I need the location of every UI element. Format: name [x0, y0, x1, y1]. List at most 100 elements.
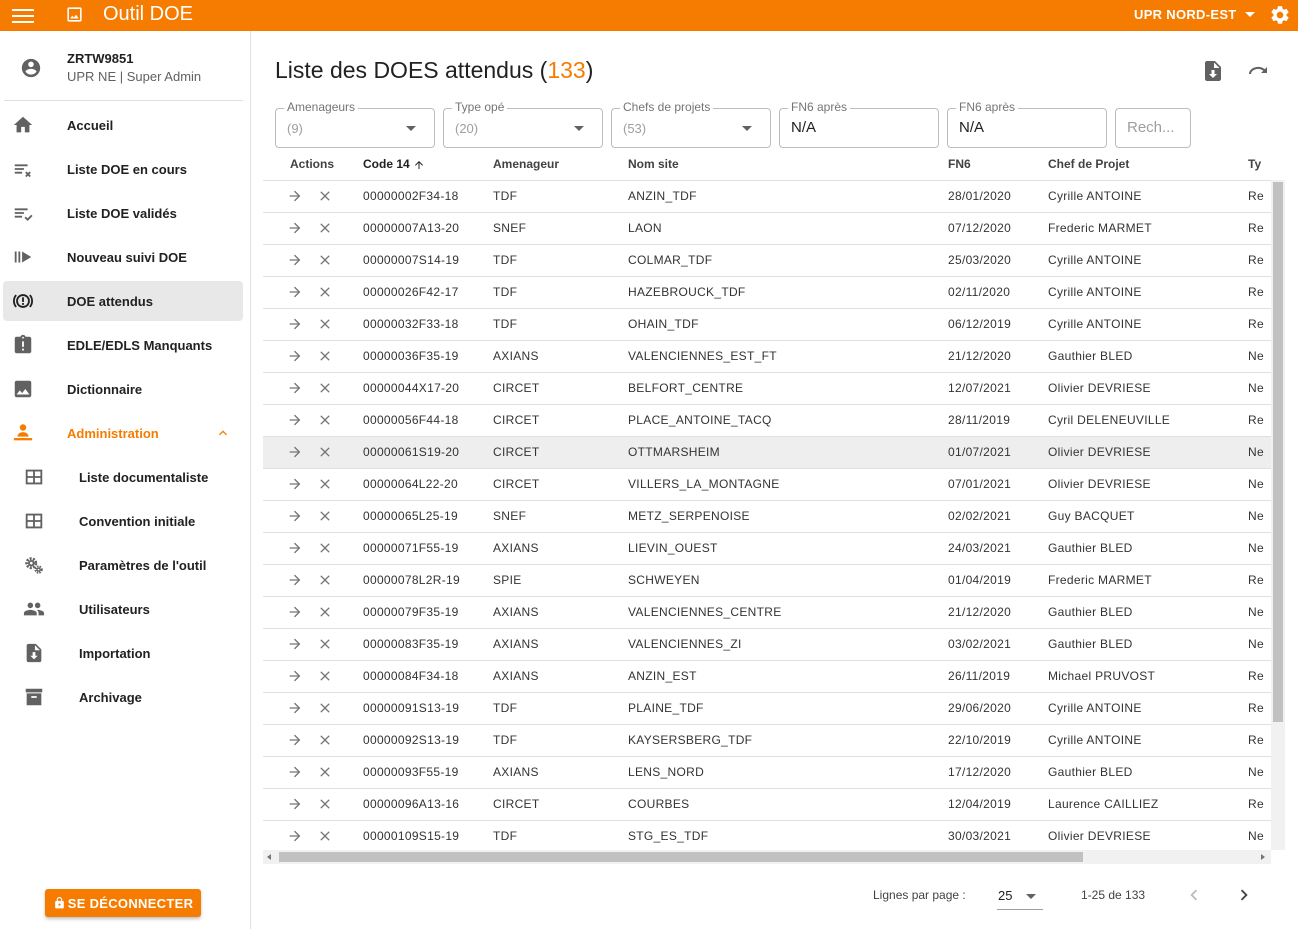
close-icon[interactable]	[317, 444, 333, 460]
table-row[interactable]: 00000093F55-19 AXIANS LENS_NORD 17/12/2020 G…	[263, 756, 1271, 789]
sidebar-item-parametres-outil[interactable]: Paramètres de l'outil	[3, 545, 243, 585]
col-fn6[interactable]: FN6	[948, 148, 1048, 181]
close-icon[interactable]	[317, 572, 333, 588]
horizontal-scrollbar[interactable]	[263, 850, 1271, 864]
sidebar-item-dictionnaire[interactable]: Dictionnaire	[3, 369, 243, 409]
table-row[interactable]: 00000026F42-17 TDF HAZEBROUCK_TDF 02/11/202…	[263, 276, 1271, 309]
close-icon[interactable]	[317, 764, 333, 780]
sidebar-item-administration[interactable]: Administration	[3, 413, 243, 453]
close-icon[interactable]	[317, 636, 333, 652]
table-row[interactable]: 00000032F33-18 TDF OHAIN_TDF 06/12/2019 Cyri…	[263, 308, 1271, 341]
region-selector[interactable]: UPR NORD-EST	[1134, 7, 1255, 22]
close-icon[interactable]	[317, 796, 333, 812]
fn6-apres-field-1[interactable]: FN6 après N/A	[779, 100, 939, 148]
arrow-forward-icon[interactable]	[287, 764, 303, 780]
gear-icon[interactable]	[1269, 4, 1291, 26]
close-icon[interactable]	[317, 316, 333, 332]
logout-button[interactable]: SE DÉCONNECTER	[45, 889, 201, 917]
amenageurs-filter[interactable]: Amenageurs (9)	[275, 100, 435, 148]
arrow-forward-icon[interactable]	[287, 284, 303, 300]
table-row[interactable]: 00000044X17-20 CIRCET BELFORT_CENTRE 12/07/…	[263, 372, 1271, 405]
close-icon[interactable]	[317, 700, 333, 716]
table-row[interactable]: 00000083F35-19 AXIANS VALENCIENNES_ZI 03/02…	[263, 628, 1271, 661]
arrow-forward-icon[interactable]	[287, 604, 303, 620]
arrow-forward-icon[interactable]	[287, 668, 303, 684]
chevron-left-icon[interactable]	[1183, 884, 1205, 906]
close-icon[interactable]	[317, 828, 333, 844]
fn6-apres-field-2[interactable]: FN6 après N/A	[947, 100, 1107, 148]
arrow-forward-icon[interactable]	[287, 412, 303, 428]
table-row[interactable]: 00000092S13-19 TDF KAYSERSBERG_TDF 22/10/20…	[263, 724, 1271, 757]
arrow-forward-icon[interactable]	[287, 188, 303, 204]
table-row[interactable]: 00000096A13-16 CIRCET COURBES 12/04/2019 Lau…	[263, 788, 1271, 821]
close-icon[interactable]	[317, 412, 333, 428]
arrow-forward-icon[interactable]	[287, 348, 303, 364]
col-chef-projet[interactable]: Chef de Projet	[1048, 148, 1248, 181]
table-row[interactable]: 00000007A13-20 SNEF LAON 07/12/2020 Frederic…	[263, 212, 1271, 245]
arrow-forward-icon[interactable]	[287, 796, 303, 812]
arrow-forward-icon[interactable]	[287, 476, 303, 492]
sidebar-item-convention-initiale[interactable]: Convention initiale	[3, 501, 243, 541]
sidebar-item-edle-edls-manquants[interactable]: EDLE/EDLS Manquants	[3, 325, 243, 365]
arrow-forward-icon[interactable]	[287, 732, 303, 748]
sidebar-item-doe-attendus[interactable]: DOE attendus	[3, 281, 243, 321]
table-row[interactable]: 00000007S14-19 TDF COLMAR_TDF 25/03/2020 Cyr…	[263, 244, 1271, 277]
sidebar-item-accueil[interactable]: Accueil	[3, 105, 243, 145]
table-row[interactable]: 00000064L22-20 CIRCET VILLERS_LA_MONTAGNE 0…	[263, 468, 1271, 501]
redo-icon[interactable]	[1246, 59, 1270, 83]
arrow-forward-icon[interactable]	[287, 220, 303, 236]
chefs-projets-filter[interactable]: Chefs de projets (53)	[611, 100, 771, 148]
close-icon[interactable]	[317, 188, 333, 204]
table-row[interactable]: 00000056F44-18 CIRCET PLACE_ANTOINE_TACQ 28…	[263, 404, 1271, 437]
table-row[interactable]: 00000109S15-19 TDF STG_ES_TDF 30/03/2021 Oli…	[263, 820, 1271, 853]
arrow-forward-icon[interactable]	[287, 828, 303, 844]
table-row[interactable]: 00000078L2R-19 SPIE SCHWEYEN 01/04/2019 Fred…	[263, 564, 1271, 597]
col-code14[interactable]: Code 14	[363, 148, 493, 181]
arrow-forward-icon[interactable]	[287, 700, 303, 716]
close-icon[interactable]	[317, 476, 333, 492]
col-nom-site[interactable]: Nom site	[628, 148, 948, 181]
arrow-forward-icon[interactable]	[287, 252, 303, 268]
close-icon[interactable]	[317, 604, 333, 620]
table-row[interactable]: 00000065L25-19 SNEF METZ_SERPENOISE 02/02/2…	[263, 500, 1271, 533]
arrow-forward-icon[interactable]	[287, 380, 303, 396]
table-row[interactable]: 00000036F35-19 AXIANS VALENCIENNES_EST_FT 2…	[263, 340, 1271, 373]
sidebar-item-importation[interactable]: Importation	[3, 633, 243, 673]
export-file-icon[interactable]	[1201, 59, 1225, 83]
table-row[interactable]: 00000002F34-18 TDF ANZIN_TDF 28/01/2020 Cyri…	[263, 180, 1271, 213]
table-row[interactable]: 00000071F55-19 AXIANS LIEVIN_OUEST 24/03/20…	[263, 532, 1271, 565]
close-icon[interactable]	[317, 380, 333, 396]
col-type[interactable]: Ty	[1248, 148, 1271, 181]
sidebar-item-nouveau-suivi-doe[interactable]: Nouveau suivi DOE	[3, 237, 243, 277]
close-icon[interactable]	[317, 668, 333, 684]
arrow-forward-icon[interactable]	[287, 572, 303, 588]
table-row[interactable]: 00000084F34-18 AXIANS ANZIN_EST 26/11/2019 M…	[263, 660, 1271, 693]
sidebar-item-liste-doe-en-cours[interactable]: Liste DOE en cours	[3, 149, 243, 189]
vertical-scrollbar[interactable]	[1271, 180, 1285, 850]
close-icon[interactable]	[317, 220, 333, 236]
close-icon[interactable]	[317, 252, 333, 268]
close-icon[interactable]	[317, 508, 333, 524]
type-ope-filter[interactable]: Type opé (20)	[443, 100, 603, 148]
close-icon[interactable]	[317, 540, 333, 556]
arrow-forward-icon[interactable]	[287, 444, 303, 460]
sidebar-item-liste-documentaliste[interactable]: Liste documentaliste	[3, 457, 243, 497]
arrow-forward-icon[interactable]	[287, 636, 303, 652]
arrow-forward-icon[interactable]	[287, 508, 303, 524]
close-icon[interactable]	[317, 348, 333, 364]
close-icon[interactable]	[317, 284, 333, 300]
close-icon[interactable]	[317, 732, 333, 748]
arrow-forward-icon[interactable]	[287, 540, 303, 556]
menu-icon[interactable]	[12, 6, 34, 24]
sidebar-item-utilisateurs[interactable]: Utilisateurs	[3, 589, 243, 629]
rows-per-page-select[interactable]: 25	[997, 880, 1043, 910]
table-row[interactable]: 00000091S13-19 TDF PLAINE_TDF 29/06/2020 Cyr…	[263, 692, 1271, 725]
arrow-forward-icon[interactable]	[287, 316, 303, 332]
search-input[interactable]: Rech...	[1115, 108, 1191, 148]
col-amenageur[interactable]: Amenageur	[493, 148, 628, 181]
table-row[interactable]: 00000079F35-19 AXIANS VALENCIENNES_CENTRE 2…	[263, 596, 1271, 629]
sidebar-item-archivage[interactable]: Archivage	[3, 677, 243, 717]
sidebar-item-liste-doe-valides[interactable]: Liste DOE validés	[3, 193, 243, 233]
table-row[interactable]: 00000061S19-20 CIRCET OTTMARSHEIM 01/07/202…	[263, 436, 1271, 469]
chevron-right-icon[interactable]	[1233, 884, 1255, 906]
